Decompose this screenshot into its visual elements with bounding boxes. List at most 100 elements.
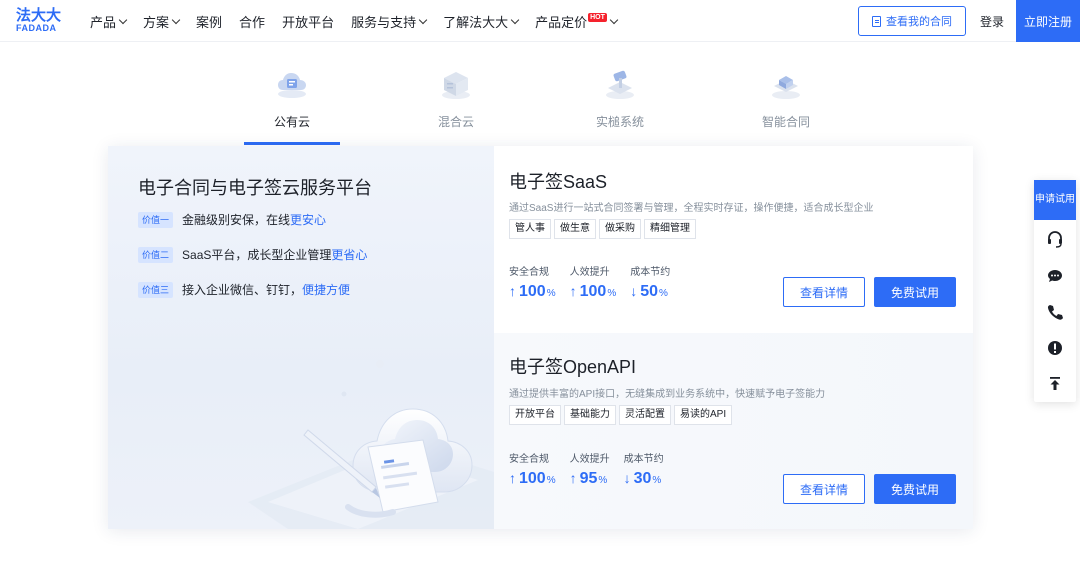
tab-hybrid-cloud[interactable]: 混合云 [408, 42, 504, 146]
metric: 成本节约 ↓ 50% [630, 263, 670, 301]
value-text: 金融级别安保，在线 [182, 213, 291, 227]
overview-card: 电子合同与电子签云服务平台 价值一 金融级别安保，在线 更安心 价值二 SaaS平… [108, 146, 494, 529]
overview-title: 电子合同与电子签云服务平台 [138, 178, 372, 198]
hot-badge: HOT [588, 12, 607, 22]
metric: 安全合规 ↑ 100% [509, 450, 556, 488]
nav-item-pricing[interactable]: 产品定价 HOT [535, 12, 619, 31]
nav-item-about[interactable]: 了解法大大 [443, 12, 520, 31]
view-details-button[interactable]: 查看详情 [783, 474, 865, 504]
nav-label: 产品 [90, 14, 117, 30]
product-title: 电子签OpenAPI [509, 357, 637, 377]
metric-unit: % [598, 475, 608, 486]
value-text: SaaS平台，成长型企业管理 [182, 248, 332, 262]
tab-label: 实槌系统 [595, 115, 644, 129]
view-contract-button[interactable]: 查看我的合同 [858, 6, 966, 36]
metric-label: 人效提升 [569, 267, 610, 278]
apply-trial-button[interactable]: 申请试用 [1034, 180, 1076, 220]
register-button[interactable]: 立即注册 [1016, 0, 1080, 42]
metric-number: 100 [519, 283, 546, 300]
tab-label: 混合云 [437, 115, 474, 129]
arrow-up-icon: ↑ [509, 470, 516, 486]
product-metrics: 安全合规 ↑ 100% 人效提升 ↑ 100% 成本节约 ↓ 50% [509, 263, 684, 301]
tab-hammer-system[interactable]: 实槌系统 [572, 42, 668, 146]
cloud-contract-illustration [248, 360, 494, 529]
nav-label: 合作 [239, 14, 266, 30]
arrow-up-icon: ↑ [569, 283, 577, 299]
metric-label: 安全合规 [509, 454, 549, 465]
metric: 人效提升 ↑ 100% [570, 263, 617, 301]
tab-label: 公有云 [273, 115, 310, 129]
nav-item-cases[interactable]: 案例 [196, 12, 222, 31]
nav-item-partner[interactable]: 合作 [239, 12, 265, 31]
product-desc: 通过提供丰富的API接口，无缝集成到业务系统中，快速赋予电子签能力 [509, 389, 826, 400]
nav-label: 案例 [196, 14, 223, 30]
chevron-down-icon [418, 15, 428, 24]
hybrid-cloud-icon [442, 72, 470, 99]
nav-item-solution[interactable]: 方案 [143, 12, 181, 31]
free-trial-button[interactable]: 免费试用 [874, 277, 956, 307]
metric-number: 100 [579, 283, 607, 300]
login-link[interactable]: 登录 [980, 13, 1004, 30]
value-tag: 价值二 [138, 246, 174, 263]
nav-label: 服务与支持 [351, 14, 417, 30]
product-tag: 开放平台 [509, 405, 561, 425]
product-tag: 基础能力 [564, 405, 616, 425]
top-header: 法大大 FADADA 产品 方案 案例 合作 开放平台 服务与支持 了解法大大 … [0, 0, 1080, 42]
public-cloud-icon [278, 73, 306, 98]
metric-number: 30 [633, 470, 652, 487]
value-row: 价值一 金融级别安保，在线 更安心 [138, 211, 326, 228]
product-card-openapi: 电子签OpenAPI 通过提供丰富的API接口，无缝集成到业务系统中，快速赋予电… [494, 333, 973, 529]
metric-label: 成本节约 [630, 267, 671, 278]
metric-number: 100 [519, 470, 546, 487]
chat-icon[interactable] [1046, 267, 1064, 285]
smart-contract-icon [772, 76, 800, 99]
phone-icon[interactable] [1046, 303, 1064, 321]
product-tag: 精细管理 [644, 219, 696, 239]
product-card-saas: 电子签SaaS 通过SaaS进行一站式合同签署与管理，全程实时存证，操作便捷，适… [494, 146, 973, 333]
metric-value: ↑ 100% [509, 283, 556, 301]
product-tag: 做采购 [599, 219, 641, 239]
value-highlight: 更省心 [331, 248, 368, 262]
product-tags: 开放平台 基础能力 灵活配置 易读的API [509, 405, 735, 425]
value-highlight: 便捷方便 [302, 283, 351, 297]
metric-value: ↑ 100% [570, 283, 617, 301]
nav-item-open-platform[interactable]: 开放平台 [282, 12, 334, 31]
product-tag: 灵活配置 [619, 405, 671, 425]
tab-public-cloud[interactable]: 公有云 [244, 42, 340, 146]
tab-label: 智能合同 [761, 115, 810, 129]
nav-item-product[interactable]: 产品 [90, 12, 128, 31]
product-tag: 做生意 [554, 219, 596, 239]
view-contract-label: 查看我的合同 [886, 16, 952, 28]
product-metrics: 安全合规 ↑ 100% 人效提升 ↑ 95% 成本节约 ↓ 30% [509, 450, 678, 488]
hammer-system-icon [606, 70, 634, 99]
arrow-down-icon: ↓ [630, 283, 638, 299]
nav-label: 产品定价 [535, 14, 588, 30]
arrow-down-icon: ↓ [623, 470, 631, 486]
metric-unit: % [546, 288, 556, 299]
free-trial-button[interactable]: 免费试用 [874, 474, 956, 504]
metric-number: 50 [640, 283, 659, 300]
metric-unit: % [659, 288, 668, 299]
value-row: 价值二 SaaS平台，成长型企业管理 更省心 [138, 246, 367, 263]
product-title: 电子签SaaS [509, 172, 608, 192]
alert-icon[interactable] [1046, 339, 1064, 357]
headset-icon[interactable] [1046, 230, 1064, 248]
product-panel: 电子合同与电子签云服务平台 价值一 金融级别安保，在线 更安心 价值二 SaaS平… [108, 146, 973, 529]
chevron-down-icon [118, 15, 128, 24]
nav-item-support[interactable]: 服务与支持 [351, 12, 428, 31]
view-details-button[interactable]: 查看详情 [783, 277, 865, 307]
chevron-down-icon [510, 15, 520, 24]
back-to-top-icon[interactable] [1046, 374, 1064, 392]
chevron-down-icon [171, 15, 181, 24]
chevron-down-icon [609, 15, 619, 24]
nav-label: 方案 [143, 14, 170, 30]
logo[interactable]: 法大大 FADADA [16, 8, 66, 34]
metric-value: ↓ 30% [624, 470, 664, 488]
metric: 安全合规 ↑ 100% [509, 263, 556, 301]
metric-label: 安全合规 [509, 267, 549, 278]
metric-value: ↓ 50% [630, 283, 670, 301]
tab-smart-contract[interactable]: 智能合同 [738, 42, 834, 146]
metric-unit: % [652, 475, 662, 486]
floating-toolbar: 申请试用 [1034, 180, 1076, 402]
metric-unit: % [546, 475, 556, 486]
